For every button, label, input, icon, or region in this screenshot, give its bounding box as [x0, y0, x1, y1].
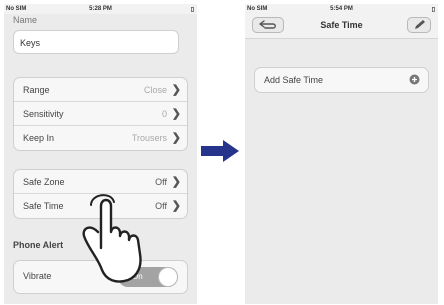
safe-zone-row[interactable]: Safe Zone Off ❯ — [14, 170, 187, 194]
plus-circle-icon[interactable] — [409, 74, 420, 85]
keep-in-label: Keep In — [23, 133, 55, 143]
add-safe-time-row[interactable]: Add Safe Time — [255, 68, 428, 92]
sensitivity-value: 0 — [161, 109, 167, 119]
chevron-right-icon: ❯ — [171, 84, 181, 96]
name-label: Name — [13, 15, 38, 25]
safe-zone-value: Off — [155, 177, 167, 187]
status-time: 5:28 PM — [89, 6, 112, 12]
status-bar: No SIM 5:28 PM ▯ — [4, 4, 197, 14]
safe-zone-label: Safe Zone — [23, 177, 65, 187]
chevron-right-icon: ❯ — [171, 200, 181, 212]
pointing-hand-icon — [82, 194, 142, 283]
safe-time-label: Safe Time — [23, 201, 64, 211]
sensitivity-row[interactable]: Sensitivity 0 ❯ — [14, 102, 187, 126]
add-safe-time-group: Add Safe Time — [254, 67, 429, 93]
phone-alert-title: Phone Alert — [13, 240, 64, 250]
chevron-right-icon: ❯ — [171, 132, 181, 144]
name-input[interactable]: Keys — [13, 30, 179, 54]
right-arrow-icon — [201, 140, 239, 162]
range-row[interactable]: Range Close ❯ — [14, 78, 187, 102]
chevron-right-icon: ❯ — [171, 108, 181, 120]
chevron-right-icon: ❯ — [171, 176, 181, 188]
toggle-knob — [158, 267, 178, 287]
safe-time-value: Off — [155, 201, 167, 211]
status-bar: No SIM 5:54 PM ▯ — [245, 4, 438, 14]
keep-in-value: Trousers — [131, 133, 167, 143]
battery-icon: ▯ — [431, 7, 435, 13]
range-value: Close — [143, 85, 167, 95]
left-phone-screen: No SIM 5:28 PM ▯ Name Keys Range Close ❯… — [4, 4, 197, 304]
range-label: Range — [23, 85, 50, 95]
right-phone-screen: No SIM 5:54 PM ▯ Safe Time Add Safe Time — [245, 4, 438, 304]
vibrate-label: Vibrate — [23, 271, 52, 281]
edit-button[interactable] — [407, 17, 431, 33]
keep-in-row[interactable]: Keep In Trousers ❯ — [14, 126, 187, 150]
nav-bar: Safe Time — [245, 14, 438, 39]
settings-group: Range Close ❯ Sensitivity 0 ❯ Keep In Tr… — [13, 77, 188, 151]
sensitivity-label: Sensitivity — [23, 109, 64, 119]
pencil-icon — [415, 20, 425, 29]
battery-icon: ▯ — [190, 7, 194, 13]
add-safe-time-label: Add Safe Time — [264, 75, 324, 85]
status-time: 5:54 PM — [330, 6, 353, 12]
